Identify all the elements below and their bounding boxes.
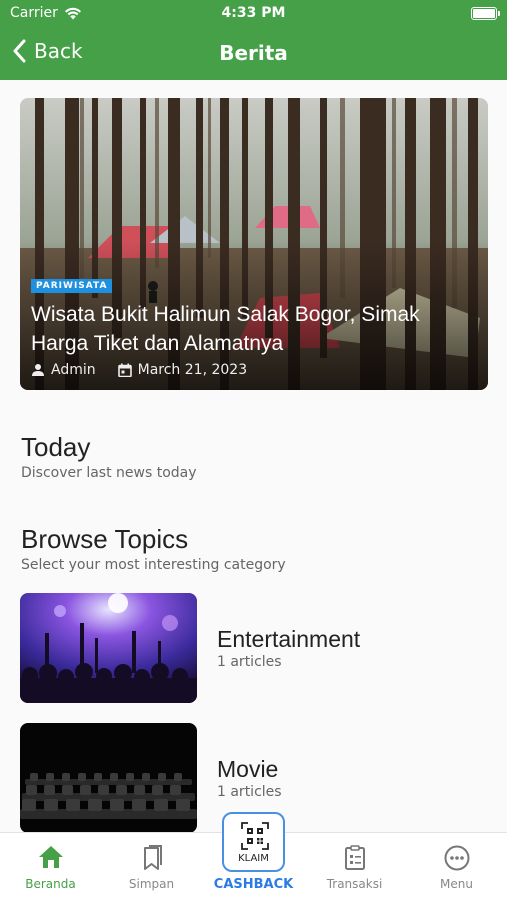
tab-simpan[interactable]: Simpan (101, 833, 202, 900)
featured-news-card[interactable]: PARIWISATA Wisata Bukit Halimun Salak Bo… (20, 98, 488, 390)
home-icon (38, 846, 63, 868)
news-headline: Wisata Bukit Halimun Salak Bogor, Simak … (31, 303, 420, 355)
person-icon (32, 364, 44, 376)
tab-beranda[interactable]: Beranda (0, 833, 101, 900)
klaim-button[interactable]: KLAIM (222, 812, 285, 872)
topic-name: Entertainment (217, 626, 361, 652)
klaim-label: KLAIM (238, 853, 269, 864)
tab-transaksi[interactable]: Transaksi (304, 833, 405, 900)
calendar-icon (117, 363, 132, 377)
browse-topics-subtitle: Select your most interesting category (21, 557, 286, 573)
category-badge: PARIWISATA (31, 279, 113, 293)
publish-date: March 21, 2023 (137, 362, 248, 378)
battery-icon (471, 7, 500, 20)
date-info: March 21, 2023 (117, 362, 248, 378)
bookmark-icon (143, 845, 162, 870)
receipt-icon (344, 845, 365, 870)
tab-label: Transaksi (326, 877, 383, 891)
today-section: Today Discover last news today (21, 432, 197, 481)
topic-name: Movie (217, 756, 279, 782)
author-name: Admin (51, 362, 96, 378)
topic-article-count: 1 articles (217, 654, 282, 670)
movie-thumbnail (20, 723, 197, 833)
navigation-bar: Back Berita (0, 28, 507, 80)
clock: 4:33 PM (221, 5, 286, 21)
browse-topics-section: Browse Topics Select your most interesti… (21, 524, 286, 573)
tab-label: Beranda (25, 877, 76, 891)
topic-article-count: 1 articles (217, 784, 282, 800)
page-title: Berita (219, 41, 288, 65)
tab-menu[interactable]: Menu (406, 833, 507, 900)
more-icon (444, 845, 469, 871)
qr-code-icon (241, 822, 269, 850)
tab-label: Menu (440, 877, 473, 891)
status-bar: Carrier 4:33 PM (0, 0, 507, 28)
entertainment-thumbnail (20, 593, 197, 703)
today-subtitle: Discover last news today (21, 465, 197, 481)
topic-item-entertainment[interactable]: Entertainment 1 articles (20, 593, 488, 703)
tab-label: Simpan (128, 877, 175, 891)
today-title: Today (21, 432, 91, 462)
tab-label: CASHBACK (213, 877, 294, 892)
browse-topics-title: Browse Topics (21, 524, 189, 554)
news-meta: Admin March 21, 2023 (31, 362, 269, 378)
author-info: Admin (31, 362, 96, 378)
